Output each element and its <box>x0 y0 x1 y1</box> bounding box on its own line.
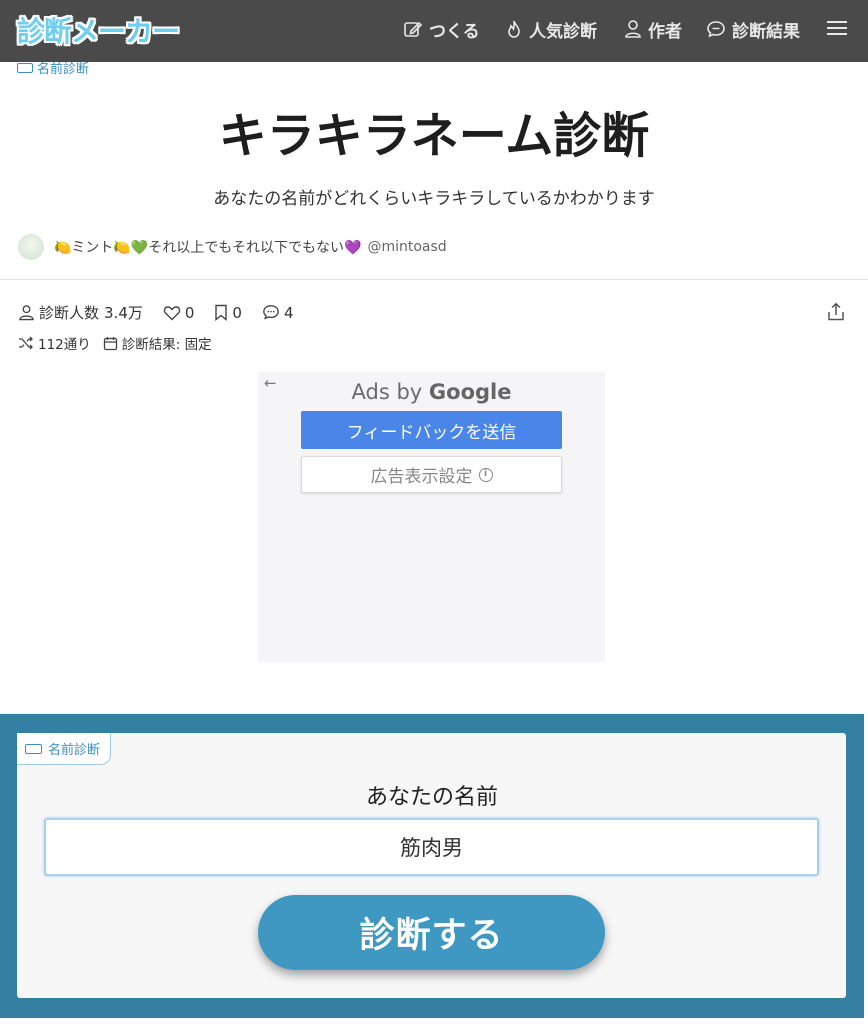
patterns-stat: 112通り <box>18 333 91 353</box>
like-count: 0 <box>184 303 195 322</box>
result-type-stat: 診断結果: 固定 <box>103 333 212 353</box>
info-icon: i <box>478 467 493 482</box>
bookmark-button[interactable]: 0 <box>214 304 242 322</box>
patterns-count: 112通り <box>38 337 91 353</box>
stats-row-secondary: 112通り 診断結果: 固定 <box>18 333 224 353</box>
ads-by-google: Ads by Google <box>258 380 605 404</box>
category-label: 名前診断 <box>37 62 90 77</box>
send-feedback-button[interactable]: フィードバックを送信 <box>301 411 562 449</box>
ad-container: ← Ads by Google フィードバックを送信 広告表示設定 i <box>258 372 605 662</box>
author-handle: @mintoasd <box>367 239 447 255</box>
bookmark-count: 0 <box>232 303 242 322</box>
ad-settings-label: 広告表示設定 <box>370 467 473 487</box>
form-category-tag: 名前診断 <box>17 733 112 765</box>
participants-count: 3.4万 <box>104 304 143 322</box>
share-icon[interactable] <box>826 302 846 326</box>
nav-author[interactable]: 作者 <box>624 17 682 42</box>
category-link[interactable]: 名前診断 <box>17 58 89 77</box>
nav-make-label: つくる <box>429 21 480 42</box>
google-brand: Google <box>428 380 512 404</box>
name-field-label: あなたの名前 <box>365 785 498 810</box>
shuffle-icon <box>19 336 33 350</box>
name-tag-icon <box>17 62 33 73</box>
comments-button[interactable]: 4 <box>262 304 294 322</box>
name-tag-icon <box>25 743 42 754</box>
nav-make[interactable]: つくる <box>403 17 480 42</box>
nav-popular[interactable]: 人気診断 <box>505 17 597 42</box>
participants-stat: 診断人数 3.4万 <box>18 302 143 323</box>
stats-row: 診断人数 3.4万 0 0 4 <box>18 302 314 323</box>
hamburger-menu-icon[interactable] <box>827 17 847 39</box>
calendar-icon <box>103 336 117 350</box>
result-type: 診断結果: 固定 <box>121 337 212 353</box>
name-input[interactable] <box>44 818 819 876</box>
author-name: 🍋ミント🍋💚それ以上でもそれ以下でもない💜 <box>54 240 362 256</box>
site-logo[interactable]: 診断メーカー <box>17 10 180 50</box>
page-description: あなたの名前がどれくらいキラキラしているかわかります <box>213 189 655 209</box>
nav-author-label: 作者 <box>648 21 682 42</box>
diagnose-button[interactable]: 診断する <box>258 895 605 970</box>
author-link[interactable]: 🍋ミント🍋💚それ以上でもそれ以下でもない💜 @mintoasd <box>18 234 447 260</box>
form-category-label: 名前診断 <box>48 743 101 758</box>
participants-label: 診断人数 <box>39 304 100 322</box>
flame-icon <box>508 20 520 38</box>
nav-popular-label: 人気診断 <box>529 21 597 42</box>
bookmark-icon <box>215 304 228 321</box>
ads-by-label: Ads by <box>351 380 423 404</box>
speech-bubble-icon <box>707 21 725 38</box>
nav-results-label: 診断結果 <box>732 21 800 42</box>
heart-icon <box>163 305 181 320</box>
nav-results[interactable]: 診断結果 <box>706 17 800 42</box>
top-bar: 診断メーカー つくる 人気診断 作者 診断結果 <box>0 0 868 62</box>
pencil-square-icon <box>404 21 423 37</box>
comment-count: 4 <box>283 303 294 322</box>
page-title: キラキラネーム診断 <box>218 108 650 164</box>
divider <box>0 279 868 280</box>
ad-settings-button[interactable]: 広告表示設定 i <box>301 456 562 493</box>
user-icon <box>625 20 641 38</box>
avatar <box>18 234 44 260</box>
comment-icon <box>263 305 279 320</box>
like-button[interactable]: 0 <box>163 303 195 322</box>
user-icon <box>19 305 34 321</box>
